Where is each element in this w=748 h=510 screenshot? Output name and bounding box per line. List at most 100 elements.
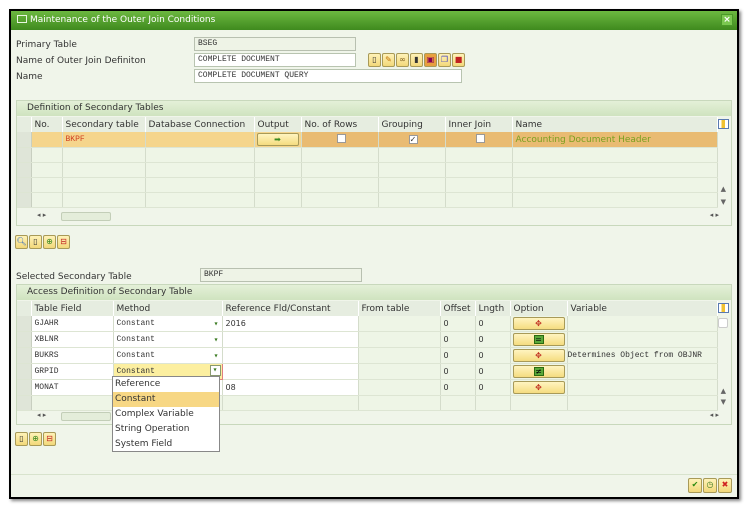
- row-selector[interactable]: [17, 331, 32, 348]
- table-row[interactable]: BKPF ➡ ✓ Accounting Document Header: [17, 132, 718, 148]
- insert-row-icon[interactable]: ⊕: [43, 235, 56, 249]
- execute-clock-icon[interactable]: ◷: [703, 478, 717, 493]
- col-method[interactable]: Method: [113, 301, 223, 316]
- cell-reference[interactable]: [222, 331, 359, 348]
- dropdown-arrow-icon[interactable]: ▾: [209, 365, 221, 376]
- cell-reference[interactable]: 2016: [222, 316, 359, 332]
- scroll-down-icon[interactable]: ▼: [721, 198, 726, 206]
- dropdown-option-complex-variable[interactable]: Complex Variable: [113, 407, 219, 422]
- table-row[interactable]: GJAHR Constant ▾ 2016 0 0 ✥: [17, 316, 718, 332]
- transport-truck-icon[interactable]: ■: [452, 53, 465, 67]
- col-no-of-rows[interactable]: No. of Rows: [301, 117, 379, 132]
- scroll-up-icon[interactable]: ▲: [721, 387, 726, 395]
- row-selector[interactable]: [17, 347, 32, 364]
- col-grouping[interactable]: Grouping: [378, 117, 446, 132]
- cell-reference[interactable]: [222, 363, 359, 380]
- close-button[interactable]: ×: [721, 14, 733, 26]
- col-secondary-table[interactable]: Secondary table: [62, 117, 146, 132]
- complex-option-icon[interactable]: ✥: [512, 349, 565, 362]
- col-database-connection[interactable]: Database Connection: [145, 117, 255, 132]
- cell-method[interactable]: Constant ▾: [113, 331, 223, 348]
- row-selector[interactable]: [17, 363, 32, 380]
- table-row[interactable]: [17, 192, 718, 208]
- vertical-scroll-thumb[interactable]: [718, 318, 728, 328]
- dropdown-option-string-operation[interactable]: String Operation: [113, 422, 219, 437]
- table-row[interactable]: [17, 147, 718, 163]
- horizontal-scroll-thumb[interactable]: [61, 412, 111, 421]
- no-of-rows-checkbox[interactable]: [336, 134, 346, 143]
- equals-option-icon[interactable]: =: [512, 333, 565, 346]
- cell-method[interactable]: Constant ▾: [113, 347, 223, 364]
- col-reference[interactable]: Reference Fld/Constant: [222, 301, 359, 316]
- cell-no[interactable]: [31, 132, 63, 148]
- row-selector[interactable]: [17, 132, 32, 148]
- complex-option-icon[interactable]: ✥: [512, 381, 565, 394]
- new-document-icon[interactable]: ▯: [15, 432, 28, 446]
- delete-row-icon[interactable]: ⊟: [57, 235, 70, 249]
- cell-db-connection[interactable]: [145, 132, 255, 148]
- col-no[interactable]: No.: [31, 117, 63, 132]
- dropdown-option-system-field[interactable]: System Field: [113, 437, 219, 452]
- table-row[interactable]: BUKRS Constant ▾ 0 0 ✥ Determines Object …: [17, 347, 718, 364]
- col-from-table[interactable]: From table: [358, 301, 441, 316]
- cell-table-field[interactable]: GJAHR: [31, 316, 114, 332]
- col-variable[interactable]: Variable: [567, 301, 718, 316]
- dropdown-arrow-icon[interactable]: ▾: [214, 351, 219, 361]
- dropdown-option-constant[interactable]: Constant: [113, 392, 219, 407]
- dropdown-option-reference[interactable]: Reference: [113, 377, 219, 392]
- scroll-left-right-icon-right[interactable]: ◂ ▸: [710, 211, 719, 223]
- not-equal-option-icon[interactable]: ≠: [512, 365, 565, 378]
- cancel-x-icon[interactable]: ✖: [718, 478, 732, 493]
- glasses-display-icon[interactable]: ∞: [396, 53, 409, 67]
- col-offset[interactable]: Offset: [440, 301, 476, 316]
- new-document-icon[interactable]: ▯: [368, 53, 381, 67]
- primary-table-field[interactable]: BSEG: [194, 37, 356, 51]
- table-row[interactable]: XBLNR Constant ▾ 0 0 =: [17, 331, 718, 348]
- layout-settings-icon[interactable]: [718, 303, 729, 313]
- col-length[interactable]: Lngth: [475, 301, 511, 316]
- table-row[interactable]: [17, 162, 718, 178]
- cell-reference[interactable]: 08: [222, 379, 359, 396]
- col-option[interactable]: Option: [510, 301, 568, 316]
- delete-row-icon[interactable]: ⊟: [43, 432, 56, 446]
- new-document-icon[interactable]: ▯: [29, 235, 42, 249]
- col-name[interactable]: Name: [512, 117, 718, 132]
- confirm-check-icon[interactable]: ✔: [688, 478, 702, 493]
- cell-table-field[interactable]: GRPID: [31, 363, 114, 380]
- table-row[interactable]: [17, 177, 718, 193]
- cell-reference[interactable]: [222, 347, 359, 364]
- cell-name[interactable]: Accounting Document Header: [512, 132, 718, 148]
- insert-row-icon[interactable]: ⊕: [29, 432, 42, 446]
- col-output[interactable]: Output: [254, 117, 302, 132]
- layout-settings-icon[interactable]: [718, 119, 729, 129]
- detail-magnify-icon[interactable]: 🔍︎: [15, 235, 28, 249]
- complex-option-icon[interactable]: ✥: [512, 317, 565, 330]
- dropdown-arrow-icon[interactable]: ▾: [214, 335, 219, 345]
- cell-table-field[interactable]: MONAT: [31, 379, 114, 396]
- cell-method[interactable]: Constant ▾: [113, 316, 223, 332]
- edit-pencil-icon[interactable]: ✎: [382, 53, 395, 67]
- scroll-down-icon[interactable]: ▼: [721, 398, 726, 406]
- col-inner-join[interactable]: Inner Join: [445, 117, 513, 132]
- save-disk-icon[interactable]: ▣: [424, 53, 437, 67]
- cell-table-field[interactable]: XBLNR: [31, 331, 114, 348]
- inner-join-checkbox[interactable]: [475, 134, 485, 143]
- scroll-up-icon[interactable]: ▲: [721, 185, 726, 193]
- copy-icon[interactable]: ❐: [438, 53, 451, 67]
- col-table-field[interactable]: Table Field: [31, 301, 114, 316]
- cell-table-field[interactable]: BUKRS: [31, 347, 114, 364]
- row-selector[interactable]: [17, 316, 32, 332]
- scroll-left-right-icon-right[interactable]: ◂ ▸: [710, 411, 719, 423]
- selected-table-field[interactable]: BKPF: [200, 268, 362, 282]
- cell-secondary-table[interactable]: BKPF: [62, 132, 146, 148]
- delete-trash-icon[interactable]: ▮: [410, 53, 423, 67]
- scroll-left-right-icon[interactable]: ◂ ▸: [37, 411, 46, 423]
- row-selector[interactable]: [17, 379, 32, 396]
- name-field[interactable]: COMPLETE DOCUMENT QUERY: [194, 69, 462, 83]
- outer-join-field[interactable]: COMPLETE DOCUMENT: [194, 53, 356, 67]
- output-arrow-icon[interactable]: ➡: [256, 133, 299, 146]
- grouping-checkbox[interactable]: ✓: [408, 135, 418, 144]
- scroll-left-right-icon[interactable]: ◂ ▸: [37, 211, 46, 223]
- horizontal-scroll-thumb[interactable]: [61, 212, 111, 221]
- dropdown-arrow-icon[interactable]: ▾: [214, 319, 219, 329]
